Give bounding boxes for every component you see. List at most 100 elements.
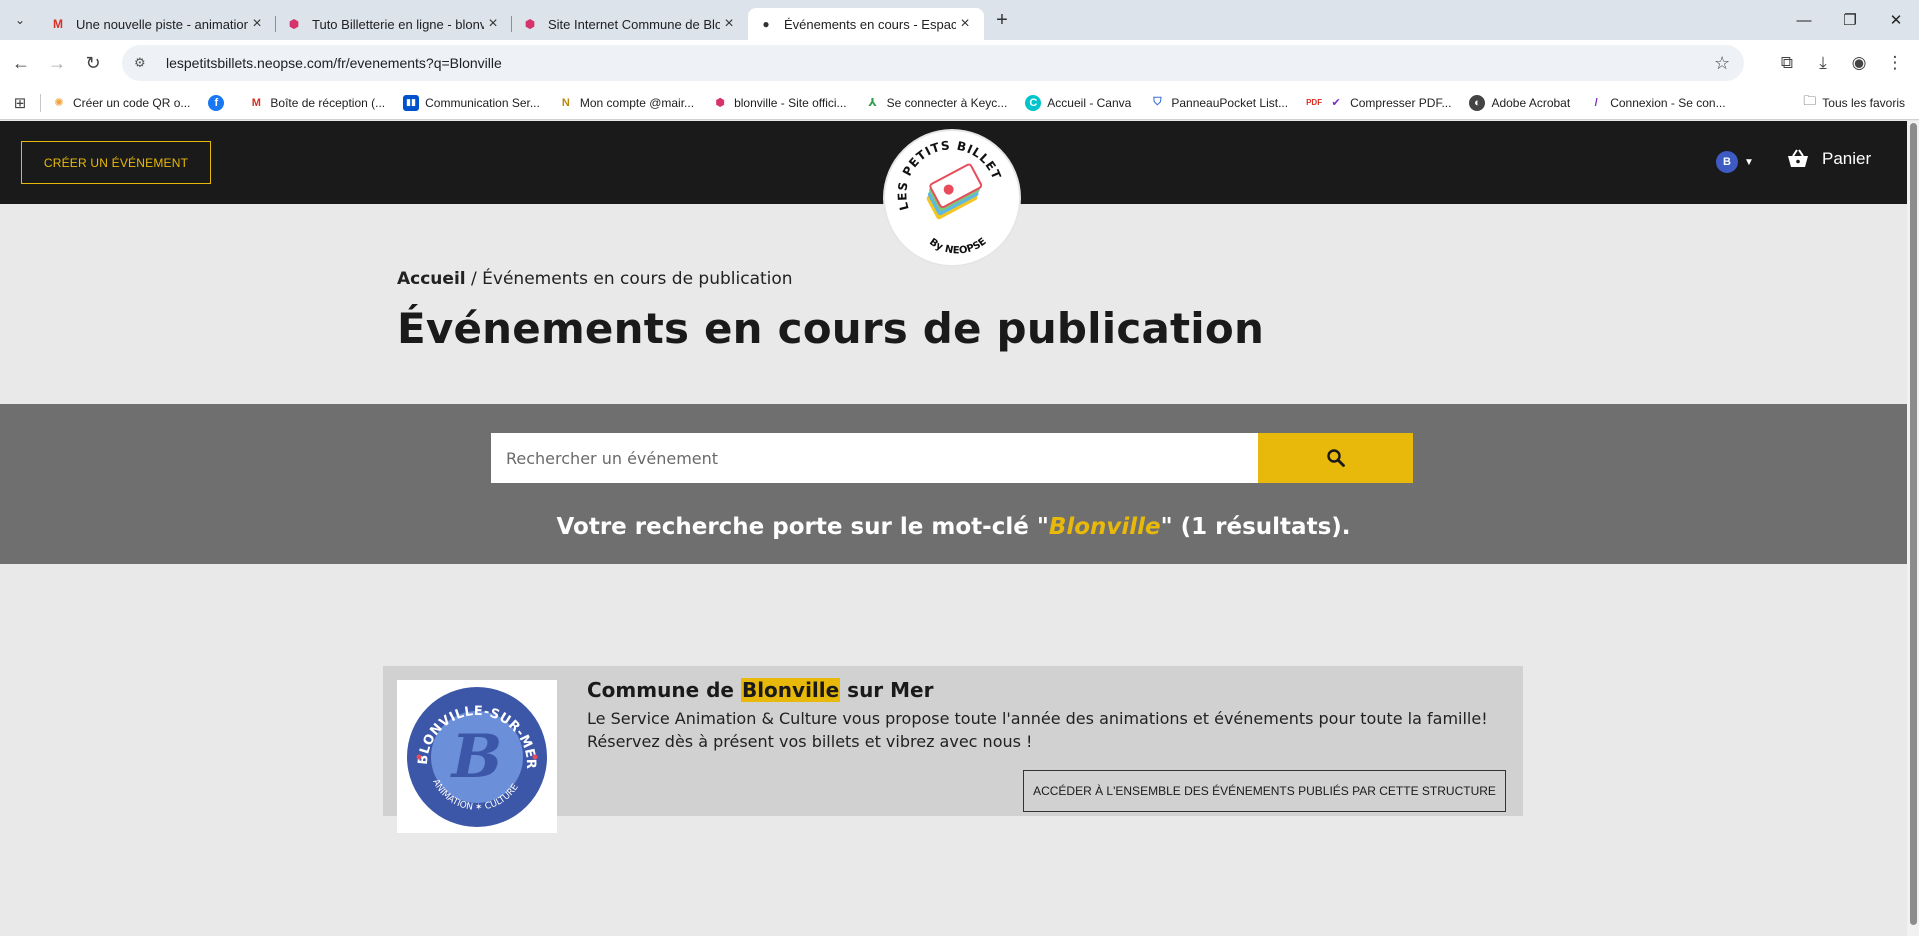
restore-icon[interactable]: ❐ — [1827, 0, 1873, 40]
bookmark-label: Connexion - Se con... — [1610, 95, 1726, 110]
bookmark-item[interactable]: ◐ Adobe Acrobat — [1469, 94, 1571, 111]
gmail-icon: M — [251, 96, 261, 109]
reload-icon[interactable]: ↻ — [78, 48, 108, 78]
search-result-summary: Votre recherche porte sur le mot-clé "Bl… — [0, 514, 1907, 540]
bookmark-item[interactable]: ⛉ PanneauPocket List... — [1149, 95, 1288, 111]
breadcrumb-current: Événements en cours de publication — [482, 269, 793, 289]
site-hex-icon: ⬢ — [288, 17, 300, 31]
site-hex-icon: ⬢ — [524, 17, 536, 31]
les-petits-billets-logo[interactable]: LES PETITS BILLETS By NEOPSE — [880, 121, 1019, 265]
bookmark-item[interactable]: / Connexion - Se con... — [1588, 95, 1726, 111]
bookmark-item[interactable]: PDF ✔ Compresser PDF... — [1306, 95, 1451, 111]
bookmark-item[interactable]: ▮▮ Communication Ser... — [403, 94, 540, 111]
bookmark-item[interactable]: M Boîte de réception (... — [248, 95, 385, 111]
close-tab-icon[interactable]: × — [956, 15, 974, 33]
extensions-puzzle-icon[interactable]: ⧉ — [1769, 53, 1805, 73]
caret-down-icon: ▼ — [1744, 156, 1754, 168]
site-info-icon[interactable]: ⚙ — [134, 55, 152, 71]
all-bookmarks[interactable]: 🗀 Tous les favoris — [1803, 86, 1905, 120]
tab-search-chevron-icon[interactable]: ⌄ — [0, 0, 40, 40]
org-name-highlight: Blonville — [740, 678, 841, 702]
bookmark-item[interactable]: C Accueil - Canva — [1025, 94, 1132, 111]
browser-toolbar: ← → ↻ ⚙ lespetitsbillets.neopse.com/fr/e… — [0, 40, 1919, 86]
apps-grid-icon[interactable]: ⊞ — [0, 94, 40, 112]
organization-logo[interactable]: BLONVILLE-SUR-MER ANIMATION ✶ CULTURE B — [397, 680, 557, 833]
bookmarks-divider — [40, 93, 41, 112]
keycloak-icon: ⅄ — [868, 97, 877, 109]
bookmark-item[interactable]: ⬢ blonville - Site offici... — [712, 95, 846, 111]
download-icon[interactable]: ⤓ — [1805, 53, 1841, 73]
organization-card: BLONVILLE-SUR-MER ANIMATION ✶ CULTURE B … — [383, 666, 1523, 833]
bookmark-label: Créer un code QR o... — [73, 95, 191, 110]
address-bar[interactable]: ⚙ lespetitsbillets.neopse.com/fr/eveneme… — [122, 45, 1744, 81]
svg-text:By NEOPSE: By NEOPSE — [927, 236, 989, 257]
page-scrollbar[interactable] — [1907, 121, 1919, 936]
bookmark-label: Adobe Acrobat — [1491, 95, 1571, 110]
tab-title: Tuto Billetterie en ligne - blonv — [312, 16, 484, 32]
browser-tab[interactable]: M Une nouvelle piste - animation × — [40, 8, 276, 40]
bookmarks-bar: ⊞ ✺ Créer un code QR o... f M Boîte de r… — [0, 86, 1919, 120]
language-selector[interactable]: B ▼ — [1716, 151, 1754, 173]
tab-title: Événements en cours - Espace c — [784, 16, 956, 32]
n-icon: N — [561, 96, 570, 109]
bookmark-star-icon[interactable]: ☆ — [1714, 53, 1744, 74]
basket-icon — [1788, 149, 1808, 167]
toolbar-right: ⧉ ⤓ ◉ ⋮ — [1769, 40, 1913, 86]
language-flag-icon: B — [1716, 151, 1738, 173]
forward-arrow-icon[interactable]: → — [42, 48, 72, 78]
close-tab-icon[interactable]: × — [248, 15, 266, 33]
org-name-before: Commune de — [587, 678, 741, 702]
new-tab-plus-icon[interactable]: + — [984, 9, 1020, 32]
cart-label: Panier — [1822, 149, 1872, 168]
tab-title: Une nouvelle piste - animation — [76, 16, 248, 32]
acrobat-icon: ◐ — [1469, 94, 1486, 111]
create-event-button[interactable]: CRÉER UN ÉVÉNEMENT — [21, 141, 211, 184]
search-button[interactable] — [1258, 433, 1413, 483]
canva-icon: C — [1025, 94, 1042, 111]
window-controls: — ❐ ✕ — [1781, 0, 1919, 40]
browser-tab[interactable]: ⬢ Site Internet Commune de Blon × — [512, 8, 748, 40]
bookmark-label: Compresser PDF... — [1350, 95, 1452, 110]
bookmark-label: PanneauPocket List... — [1171, 95, 1289, 110]
scrollbar-thumb[interactable] — [1910, 123, 1917, 925]
search-input[interactable] — [491, 433, 1258, 483]
bookmark-item[interactable]: f — [208, 94, 230, 111]
org-name-after: sur Mer — [840, 678, 934, 702]
view-all-events-button[interactable]: ACCÉDER À L'ENSEMBLE DES ÉVÉNEMENTS PUBL… — [1023, 770, 1506, 812]
pdf24-icon: PDF — [1306, 98, 1323, 107]
bookmark-item[interactable]: ✺ Créer un code QR o... — [51, 95, 190, 111]
tab-title: Site Internet Commune de Blon — [548, 16, 720, 32]
bookmark-item[interactable]: N Mon compte @mair... — [558, 95, 694, 111]
breadcrumb: Accueil / Événements en cours de publica… — [397, 269, 793, 289]
site-hex-icon: ⬢ — [715, 97, 725, 109]
back-arrow-icon[interactable]: ← — [6, 48, 36, 78]
bookmark-label: Boîte de réception (... — [270, 95, 386, 110]
bookmark-item[interactable]: ⅄ Se connecter à Keyc... — [865, 95, 1007, 111]
bookmark-label: Mon compte @mair... — [579, 95, 695, 110]
profile-icon[interactable]: ◉ — [1841, 53, 1877, 73]
url-text[interactable]: lespetitsbillets.neopse.com/fr/evenement… — [166, 55, 1714, 71]
folder-icon: 🗀 — [1803, 93, 1817, 108]
close-tab-icon[interactable]: × — [484, 15, 502, 33]
page-content: CRÉER UN ÉVÉNEMENT B ▼ Panier LES PETITS… — [0, 121, 1907, 936]
bookmark-label: Communication Ser... — [425, 95, 540, 110]
search-section: Votre recherche porte sur le mot-clé "Bl… — [0, 404, 1907, 564]
organization-description: Le Service Animation & Culture vous prop… — [587, 709, 1488, 751]
browser-tab-active[interactable]: ● Événements en cours - Espace c × — [748, 8, 984, 40]
all-bookmarks-label: Tous les favoris — [1822, 96, 1905, 110]
organization-name[interactable]: Commune de Blonville sur Mer — [587, 678, 933, 702]
close-window-icon[interactable]: ✕ — [1873, 0, 1919, 40]
blonville-logo-letter: B — [450, 722, 503, 792]
logo-text-bottom: By NEOPSE — [927, 236, 989, 257]
close-tab-icon[interactable]: × — [720, 15, 738, 33]
dot-icon: ● — [762, 17, 770, 31]
panneaupocket-icon: ⛉ — [1153, 96, 1162, 108]
cart-link[interactable]: Panier — [1786, 149, 1871, 169]
gmail-icon: M — [53, 17, 63, 31]
minimize-icon[interactable]: — — [1781, 0, 1827, 40]
breadcrumb-separator: / — [465, 269, 483, 289]
bookmark-label: Accueil - Canva — [1047, 95, 1132, 110]
menu-dots-icon[interactable]: ⋮ — [1877, 53, 1913, 73]
browser-tab[interactable]: ⬢ Tuto Billetterie en ligne - blonv × — [276, 8, 512, 40]
breadcrumb-home-link[interactable]: Accueil — [397, 269, 466, 289]
